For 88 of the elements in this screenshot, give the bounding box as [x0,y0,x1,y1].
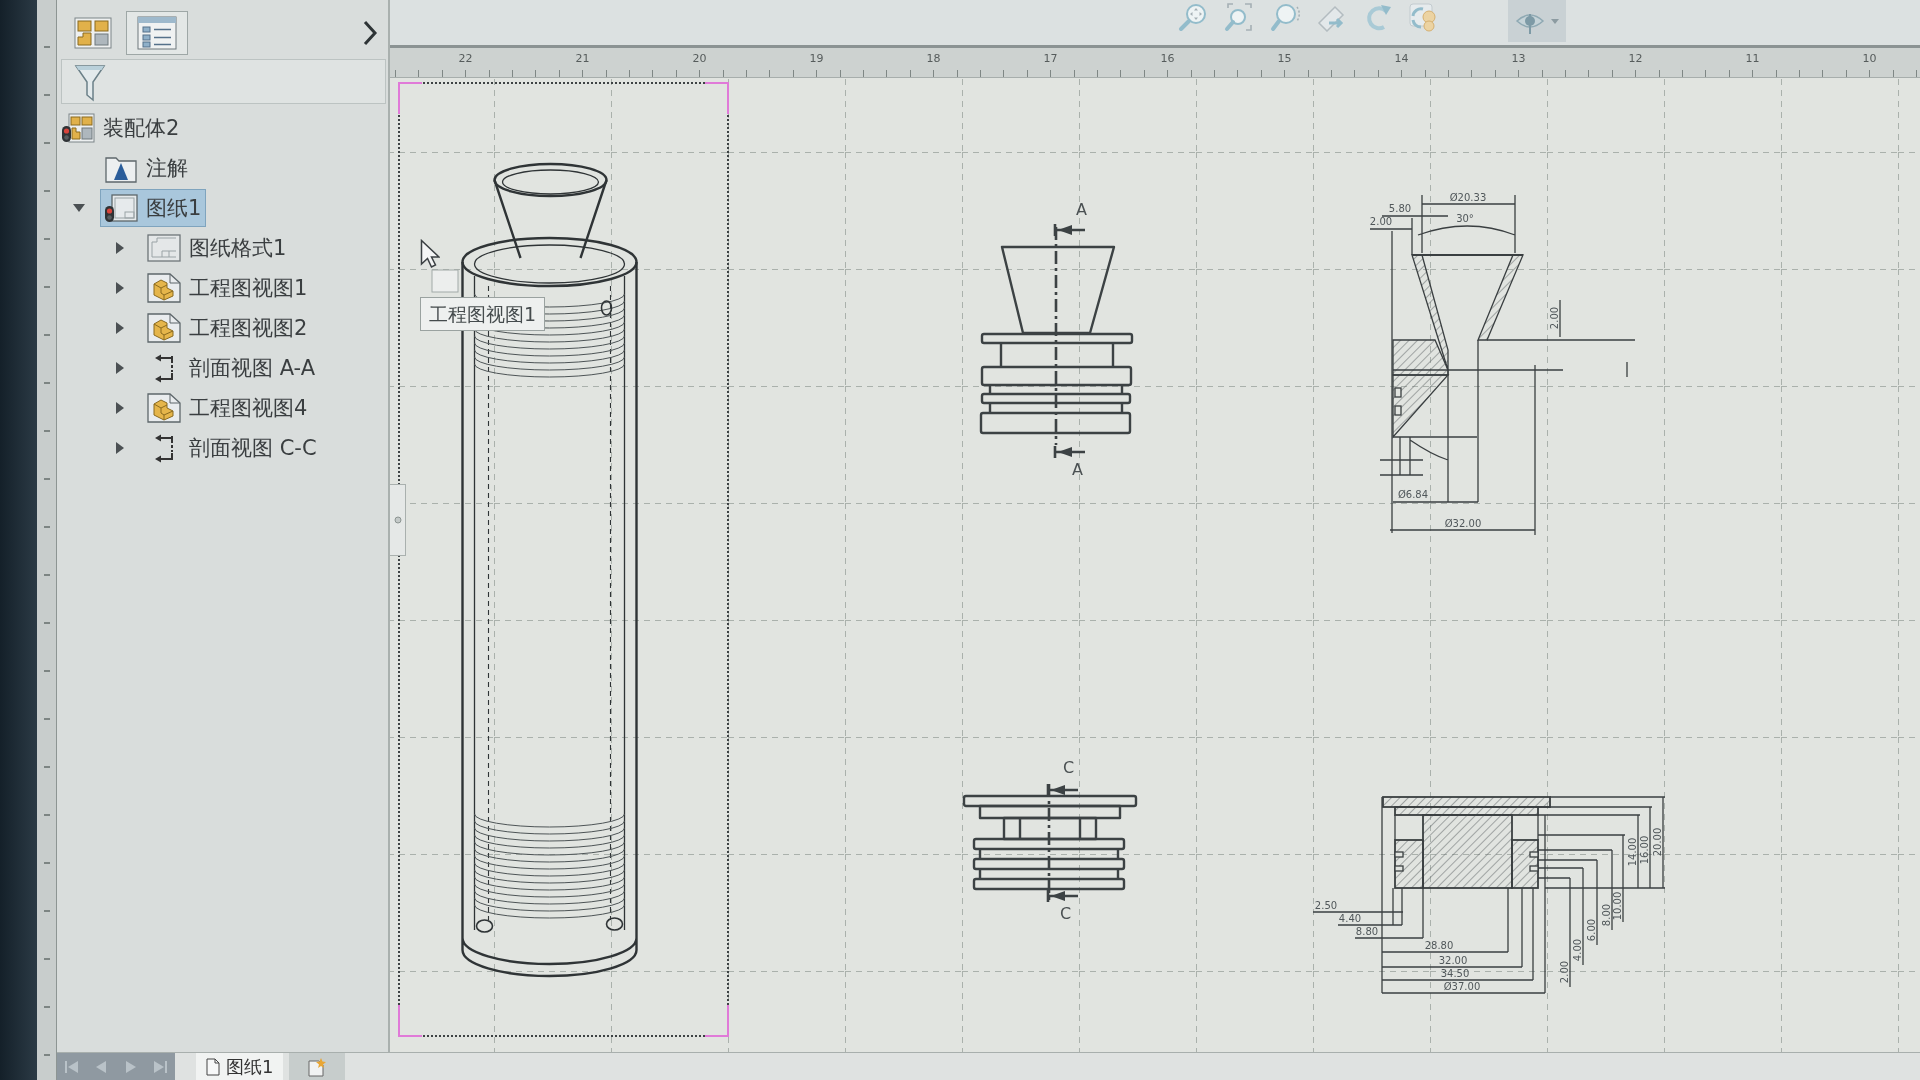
dimension-text: 30° [1456,213,1474,224]
ruler-label: 18 [925,51,942,66]
dimension-text: 2.00 [1369,216,1393,227]
ruler-label: 10 [1861,51,1878,66]
square-icon [431,269,459,293]
dimension-text: 5.80 [1388,203,1412,214]
blocks-icon [74,17,112,49]
list-icon [137,16,177,50]
sheet-tab[interactable]: 图纸1 [196,1053,284,1080]
collapse-icon[interactable] [72,203,86,213]
ruler-label: 21 [574,51,591,66]
dimension-text: 20.00 [1652,827,1663,857]
dimension-text: 32.00 [1438,955,1468,966]
expand-icon[interactable] [115,321,125,335]
sheet-format-icon [147,233,181,263]
dimension-text: 8.80 [1355,926,1379,937]
section-label: C [1060,906,1072,922]
ruler-label: 14 [1393,51,1410,66]
tree-item[interactable]: 工程图视图1 [143,269,313,307]
ruler-label: 17 [1042,51,1059,66]
ruler-label: 22 [457,51,474,66]
dimension-text: Ø6.84 [1397,489,1429,500]
dimension-text: 28.80 [1424,940,1454,951]
dimension-text: 2.00 [1559,960,1570,984]
expand-icon[interactable] [115,241,125,255]
ruler-label: 11 [1744,51,1761,66]
dimension-text: 4.00 [1572,938,1583,962]
ruler-label: 16 [1159,51,1176,66]
dimension-text: 8.00 [1601,903,1612,927]
tooltip: 工程图视图1 [420,297,546,331]
cut-arrow [1046,782,1080,798]
panel-collapse-handle[interactable] [390,484,406,556]
dimension-text: 14.00 [1627,837,1638,867]
skip-back-icon[interactable] [63,1059,80,1074]
dimension-text: 4.40 [1338,913,1362,924]
tree-item[interactable]: 装配体2 [57,109,185,147]
dimension-text: 16.00 [1639,835,1650,865]
sheet-icon [104,193,138,223]
tree-item[interactable]: 图纸格式1 [143,229,292,267]
section-label: C [1063,760,1075,776]
zoom-to-fit-icon[interactable] [1178,2,1208,32]
spheres-icon[interactable] [1408,2,1438,32]
section-arrows-icon [153,433,175,463]
dimension-text: 6.00 [1586,918,1597,942]
zoom-icon[interactable] [1270,2,1300,32]
expand-icon[interactable] [115,441,125,455]
dot-icon [393,516,402,524]
assembly-blocks-icon [61,113,95,143]
dimension-text: 10.00 [1612,891,1623,921]
section-arrows-icon [153,353,175,383]
mouse-pointer-icon [420,239,440,269]
part-page-icon [147,273,181,303]
tree-item[interactable]: 图纸1 [100,189,207,227]
tree-item[interactable]: 工程图视图2 [143,309,313,347]
ruler-label: 15 [1276,51,1293,66]
expand-icon[interactable] [115,401,125,415]
cut-arrow [1046,888,1080,904]
tree-item[interactable]: 剖面视图 C-C [143,429,322,467]
dimension-text: 2.00 [1549,306,1560,330]
expand-icon[interactable] [115,361,125,375]
dimension-text: Ø20.33 [1449,192,1487,203]
filter-field[interactable] [61,59,386,104]
section-label: A [1076,202,1087,218]
dimension-text: Ø32.00 [1444,518,1482,529]
section-label: A [1072,462,1083,478]
panel-tab[interactable] [126,11,188,55]
hide-show-button[interactable] [1508,0,1566,42]
tree-item[interactable]: 注解 [100,149,193,187]
dimension-text: 2.50 [1314,900,1338,911]
sheet-star-icon [308,1056,327,1077]
add-sheet-tab[interactable] [289,1053,346,1080]
zoom-to-area-icon[interactable] [1224,2,1254,32]
ruler-label: 13 [1510,51,1527,66]
tree-item[interactable]: 工程图视图4 [143,389,313,427]
chevron-right-icon[interactable] [362,20,378,46]
ruler-label: 20 [691,51,708,66]
cut-arrow [1053,444,1087,460]
expand-icon[interactable] [115,281,125,295]
ruler-label: 12 [1627,51,1644,66]
cut-arrow [1053,222,1087,238]
dimension-text: 34.50 [1440,968,1470,979]
page-icon [206,1057,220,1076]
part-page-icon [147,393,181,423]
dimension-text: Ø37.00 [1443,981,1481,992]
tree-item[interactable]: 剖面视图 A-A [143,349,321,387]
part-page-icon [147,313,181,343]
skip-forward-icon[interactable] [152,1059,169,1074]
ruler-label: 19 [808,51,825,66]
